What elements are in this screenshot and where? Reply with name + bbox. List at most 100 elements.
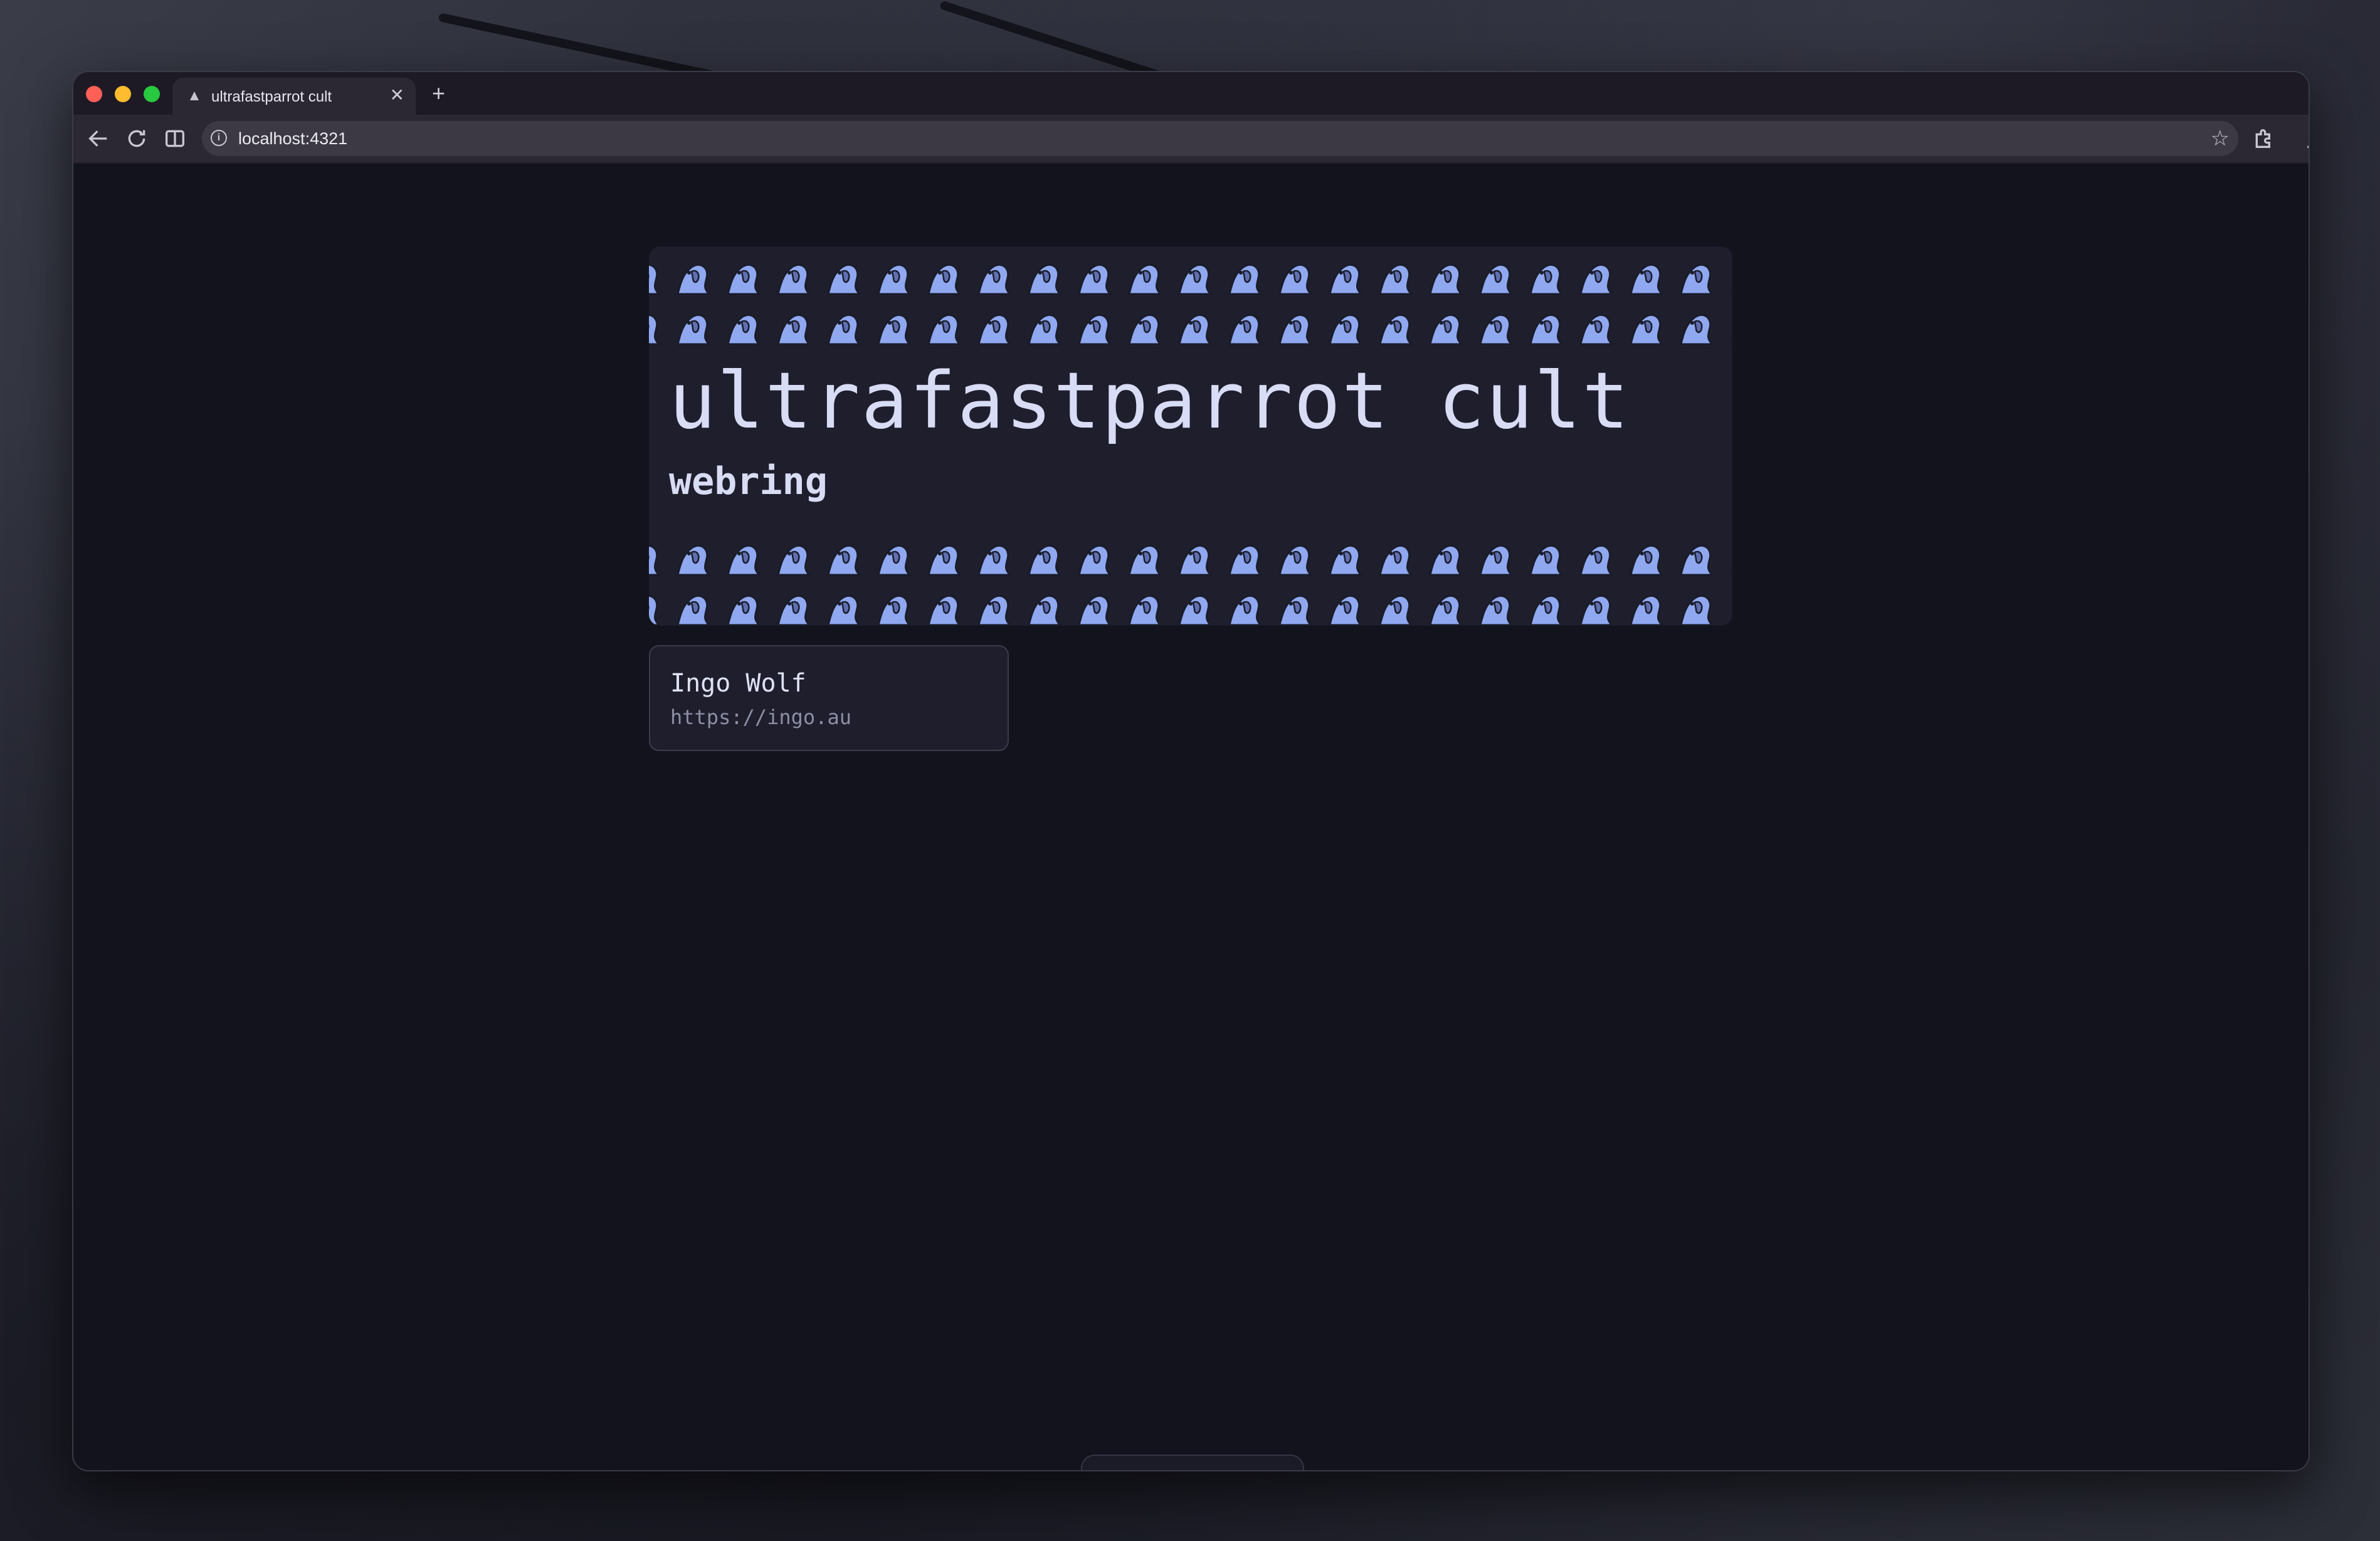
- parrot-icon: [1376, 309, 1414, 347]
- parrot-icon: [1326, 309, 1364, 347]
- parrot-icon: [1527, 309, 1564, 347]
- reload-icon: [128, 130, 145, 147]
- parrot-icon: [1176, 540, 1213, 577]
- parrot-icon: [875, 540, 912, 577]
- parrot-icon: [975, 590, 1013, 626]
- parrot-icon: [1276, 259, 1314, 297]
- parrot-icon: [1577, 309, 1614, 347]
- parrot-icon: [824, 540, 862, 577]
- parrot-icon: [1025, 259, 1063, 297]
- browser-window: ▲ ultrafastparrot cult ✕ + i localhost:4…: [72, 71, 2310, 1471]
- parrot-icon: [1025, 309, 1063, 347]
- new-tab-button[interactable]: +: [432, 81, 445, 106]
- close-tab-icon[interactable]: ✕: [390, 85, 404, 105]
- parrot-icon: [1627, 590, 1665, 626]
- zoom-window-button[interactable]: [144, 86, 160, 102]
- parrot-icon: [1376, 259, 1414, 297]
- parrot-icon: [1577, 590, 1614, 626]
- parrot-favicon-icon: ▲: [187, 87, 202, 104]
- address-bar[interactable]: i localhost:4321 ☆: [202, 121, 2238, 156]
- side-panel-button[interactable]: [162, 126, 187, 151]
- parrot-icon: [1075, 259, 1113, 297]
- parrot-icon: [1025, 590, 1063, 626]
- download-icon: [2307, 145, 2309, 148]
- tab-ultrafastparrot[interactable]: ▲ ultrafastparrot cult ✕: [172, 78, 416, 115]
- parrot-icon: [1075, 540, 1113, 577]
- parrot-icon: [1627, 309, 1665, 347]
- parrot-icon: [1577, 259, 1614, 297]
- parrot-icon: [1125, 590, 1163, 626]
- member-name: Ingo Wolf: [670, 669, 806, 698]
- parrot-icon: [1727, 259, 1732, 297]
- parrot-icon: [1577, 540, 1614, 577]
- parrot-icon: [1226, 540, 1263, 577]
- reload-button[interactable]: [124, 126, 149, 151]
- close-window-button[interactable]: [86, 86, 102, 102]
- parrot-icon: [1326, 590, 1364, 626]
- star-icon[interactable]: ☆: [2211, 126, 2230, 151]
- parrot-icon: [1477, 590, 1514, 626]
- webring-member-card[interactable]: Ingo Wolf https://ingo.au: [649, 645, 1009, 751]
- member-url: https://ingo.au: [670, 705, 851, 729]
- parrot-icon: [1226, 309, 1263, 347]
- parrot-icon: [1677, 259, 1715, 297]
- parrot-icon: [1477, 540, 1514, 577]
- parrot-icon: [1276, 590, 1314, 626]
- parrot-icon: [1477, 309, 1514, 347]
- tab-strip: ▲ ultrafastparrot cult ✕ +: [73, 72, 2309, 115]
- minimize-window-button[interactable]: [115, 86, 131, 102]
- parrot-icon: [1326, 259, 1364, 297]
- parrot-icon: [1477, 259, 1514, 297]
- hero-banner: ultrafastparrot cult webring: [649, 246, 1732, 626]
- address-text[interactable]: localhost:4321: [238, 129, 347, 149]
- parrot-icon: [774, 309, 812, 347]
- parrot-icon: [1176, 259, 1213, 297]
- parrot-icon: [1727, 590, 1732, 626]
- parrot-icon: [674, 309, 712, 347]
- parrot-icon: [1627, 540, 1665, 577]
- parrot-icon: [1677, 540, 1715, 577]
- parrot-icon: [1176, 309, 1213, 347]
- parrot-icon: [724, 590, 762, 626]
- browser-toolbar: i localhost:4321 ☆: [73, 115, 2309, 164]
- parrot-icon: [1125, 259, 1163, 297]
- back-button[interactable]: [86, 126, 111, 151]
- parrot-icon: [975, 259, 1013, 297]
- site-info-icon[interactable]: i: [211, 130, 227, 146]
- parrot-icon: [824, 259, 862, 297]
- parrot-icon: [824, 590, 862, 626]
- parrot-row: [649, 259, 1732, 297]
- parrot-icon: [925, 590, 962, 626]
- parrot-icon: [649, 259, 661, 297]
- parrot-icon: [1226, 259, 1263, 297]
- reading-mode-icon: [166, 130, 184, 147]
- arrow-left-icon: [88, 130, 107, 147]
- parrot-icon: [674, 259, 712, 297]
- page-subtitle: webring: [669, 460, 828, 503]
- extensions-button[interactable]: [2251, 126, 2277, 151]
- parrot-icon: [875, 259, 912, 297]
- dev-toolbar[interactable]: [1081, 1454, 1304, 1470]
- page-viewport: ultrafastparrot cult webring Ingo Wolf h…: [73, 164, 2309, 1470]
- parrot-icon: [1426, 590, 1464, 626]
- parrot-icon: [1125, 309, 1163, 347]
- parrot-icon: [925, 259, 962, 297]
- parrot-icon: [724, 259, 762, 297]
- parrot-icon: [1527, 259, 1564, 297]
- parrot-icon: [674, 590, 712, 626]
- parrot-icon: [1426, 309, 1464, 347]
- parrot-icon: [724, 540, 762, 577]
- parrot-icon: [875, 309, 912, 347]
- parrot-row: [649, 540, 1732, 577]
- parrot-icon: [824, 309, 862, 347]
- downloads-button[interactable]: [2302, 126, 2309, 151]
- parrot-icon: [1125, 540, 1163, 577]
- parrot-icon: [1376, 540, 1414, 577]
- parrot-icon: [649, 590, 661, 626]
- parrot-icon: [1426, 540, 1464, 577]
- parrot-icon: [1527, 590, 1564, 626]
- parrot-icon: [1727, 309, 1732, 347]
- parrot-icon: [1627, 259, 1665, 297]
- parrot-icon: [774, 590, 812, 626]
- parrot-icon: [1677, 590, 1715, 626]
